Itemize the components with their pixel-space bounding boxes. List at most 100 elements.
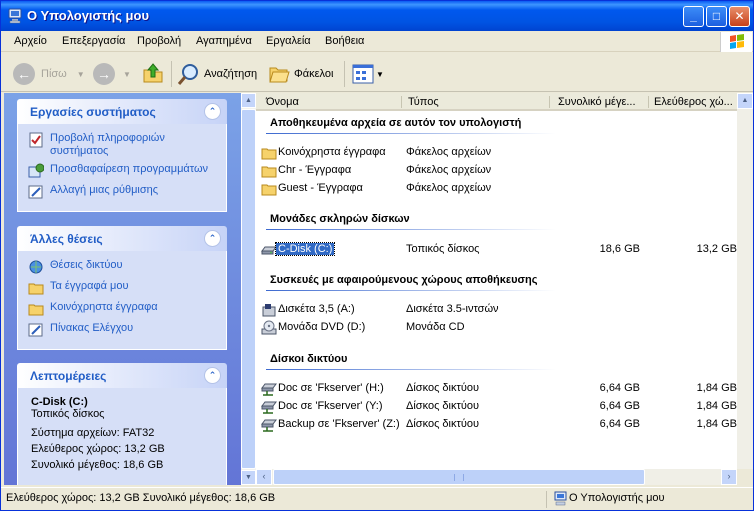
back-button[interactable]: ← Πίσω ▼	[13, 61, 85, 87]
chevron-down-icon: ▼	[123, 69, 131, 79]
task-pane-scrollbar[interactable]: ▲ ▼	[241, 93, 256, 485]
search-button[interactable]: Αναζήτηση	[177, 61, 257, 87]
menu-file[interactable]: Αρχείο	[14, 35, 47, 47]
panel-title: Εργασίες συστήματος	[30, 105, 156, 119]
folder-icon	[261, 184, 277, 196]
collapse-icon[interactable]: ⌃	[204, 103, 221, 120]
maximize-button[interactable]: □	[706, 6, 727, 27]
list-item[interactable]: Guest - Έγγραφα Φάκελος αρχείων	[256, 180, 753, 198]
column-total-size[interactable]: Συνολικό μέγε...	[558, 96, 636, 108]
minimize-button[interactable]: _	[683, 6, 704, 27]
views-button[interactable]: ▼	[352, 61, 384, 87]
column-divider[interactable]	[648, 96, 649, 108]
file-list-horizontal-scrollbar[interactable]: ‹ ›	[256, 469, 753, 485]
column-divider[interactable]	[401, 96, 402, 108]
list-item[interactable]: Backup σε 'Fkserver' (Z:) Δίσκος δικτύου…	[256, 416, 753, 434]
column-header: Όνομα Τύπος Συνολικό μέγε... Ελεύθερος χ…	[256, 93, 753, 111]
item-type: Μονάδα CD	[406, 321, 465, 333]
task-change-setting[interactable]: Αλλαγή μιας ρύθμισης	[28, 184, 226, 200]
place-control-panel[interactable]: Πίνακας Ελέγχου	[28, 322, 226, 338]
list-item[interactable]: C-Disk (C:) Τοπικός δίσκος 18,6 GB 13,2 …	[256, 241, 753, 259]
folders-label: Φάκελοι	[294, 68, 334, 80]
list-item[interactable]: Μονάδα DVD (D:) Μονάδα CD	[256, 319, 753, 337]
place-my-documents[interactable]: Τα έγγραφά μου	[28, 280, 226, 296]
title-bar[interactable]: Ο Υπολογιστής μου _ □ ✕	[1, 1, 753, 31]
menu-help[interactable]: Βοήθεια	[325, 35, 364, 47]
menu-tools[interactable]: Εργαλεία	[266, 35, 311, 47]
item-type: Φάκελος αρχείων	[406, 164, 492, 176]
forward-arrow-icon: →	[93, 63, 115, 85]
up-folder-button[interactable]	[141, 61, 165, 87]
other-places-header[interactable]: Άλλες θέσεις ⌃	[17, 226, 227, 251]
close-button[interactable]: ✕	[729, 6, 750, 27]
column-name[interactable]: Όνομα	[266, 96, 299, 108]
details-filesystem: Σύστημα αρχείων: FAT32	[31, 427, 155, 439]
views-icon	[352, 64, 374, 84]
search-icon	[177, 64, 198, 85]
item-type: Φάκελος αρχείων	[406, 182, 492, 194]
list-item[interactable]: Doc σε 'Fkserver' (H:) Δίσκος δικτύου 6,…	[256, 380, 753, 398]
list-item[interactable]: Κοινόχρηστα έγγραφα Φάκελος αρχείων	[256, 144, 753, 162]
column-type[interactable]: Τύπος	[408, 96, 439, 108]
toolbar-separator	[344, 61, 345, 87]
menu-favorites[interactable]: Αγαπημένα	[196, 35, 252, 47]
list-item[interactable]: Δισκέτα 3,5 (A:) Δισκέτα 3.5-ιντσών	[256, 301, 753, 319]
search-label: Αναζήτηση	[204, 68, 258, 80]
menu-edit[interactable]: Επεξεργασία	[62, 35, 125, 47]
collapse-icon[interactable]: ⌃	[204, 367, 221, 384]
scroll-up-button[interactable]: ▲	[241, 93, 256, 108]
hard-disk-icon	[261, 246, 277, 255]
list-item[interactable]: Doc σε 'Fkserver' (Y:) Δίσκος δικτύου 6,…	[256, 398, 753, 416]
chevron-down-icon: ▼	[376, 69, 384, 79]
collapse-icon[interactable]: ⌃	[204, 230, 221, 247]
toolbar-separator	[171, 61, 172, 87]
dvd-drive-icon	[261, 320, 277, 335]
control-panel-icon	[28, 323, 43, 337]
menu-view[interactable]: Προβολή	[137, 35, 181, 47]
place-shared-documents[interactable]: Κοινόχρηστα έγγραφα	[28, 301, 226, 317]
group-header: Αποθηκευμένα αρχεία σε αυτόν τον υπολογι…	[270, 117, 522, 129]
task-label: Προσθαφαίρεση προγραμμάτων	[50, 163, 209, 175]
task-view-system-info[interactable]: Προβολή πληροφοριών συστήματος	[28, 132, 226, 158]
details-body: C-Disk (C:) Τοπικός δίσκος Σύστημα αρχεί…	[17, 388, 227, 485]
scroll-left-button[interactable]: ‹	[256, 469, 272, 485]
system-tasks-header[interactable]: Εργασίες συστήματος ⌃	[17, 99, 227, 124]
group-header: Δίσκοι δικτύου	[270, 353, 348, 365]
details-header[interactable]: Λεπτομέρειες ⌃	[17, 363, 227, 388]
scroll-thumb[interactable]	[241, 109, 256, 469]
item-free-space: 1,84 GB	[696, 400, 737, 412]
place-label: Πίνακας Ελέγχου	[50, 322, 134, 334]
scroll-down-button[interactable]: ▼	[241, 470, 256, 485]
file-list-vertical-scrollbar[interactable]: ▲	[737, 93, 753, 470]
column-free-space[interactable]: Ελεύθερος χώ...	[654, 96, 733, 108]
item-free-space: 13,2 GB	[696, 243, 737, 255]
forward-button[interactable]: → ▼	[93, 61, 131, 87]
chevron-down-icon: ▼	[76, 69, 85, 79]
scrollbar-corner	[737, 469, 753, 485]
item-name: Μονάδα DVD (D:)	[278, 321, 366, 333]
folders-icon	[269, 67, 290, 83]
floppy-drive-icon	[262, 304, 276, 317]
other-places-panel: Άλλες θέσεις ⌃ Θέσεις δικτύου Τα έγγραφά…	[17, 226, 227, 350]
list-item[interactable]: Chr - Έγγραφα Φάκελος αρχείων	[256, 162, 753, 180]
task-add-remove-programs[interactable]: Προσθαφαίρεση προγραμμάτων	[28, 163, 226, 179]
folders-button[interactable]: Φάκελοι	[268, 61, 333, 87]
place-network-places[interactable]: Θέσεις δικτύου	[28, 259, 226, 275]
group-divider	[266, 369, 556, 370]
item-total-size: 6,64 GB	[599, 382, 640, 394]
scroll-right-button[interactable]: ›	[721, 469, 737, 485]
column-divider[interactable]	[549, 96, 550, 108]
task-label: Προβολή πληροφοριών συστήματος	[50, 132, 165, 157]
item-name: Δισκέτα 3,5 (A:)	[278, 303, 355, 315]
my-computer-icon	[8, 8, 22, 24]
network-drive-icon	[261, 383, 277, 396]
item-type: Τοπικός δίσκος	[406, 243, 480, 255]
scroll-thumb[interactable]	[273, 469, 645, 485]
my-computer-icon	[554, 491, 567, 506]
add-remove-programs-icon	[28, 163, 44, 178]
group-divider	[266, 229, 556, 230]
item-free-space: 1,84 GB	[696, 382, 737, 394]
file-list: Όνομα Τύπος Συνολικό μέγε... Ελεύθερος χ…	[256, 93, 753, 470]
back-label: Πίσω	[41, 68, 67, 80]
scroll-up-button[interactable]: ▲	[737, 93, 753, 109]
